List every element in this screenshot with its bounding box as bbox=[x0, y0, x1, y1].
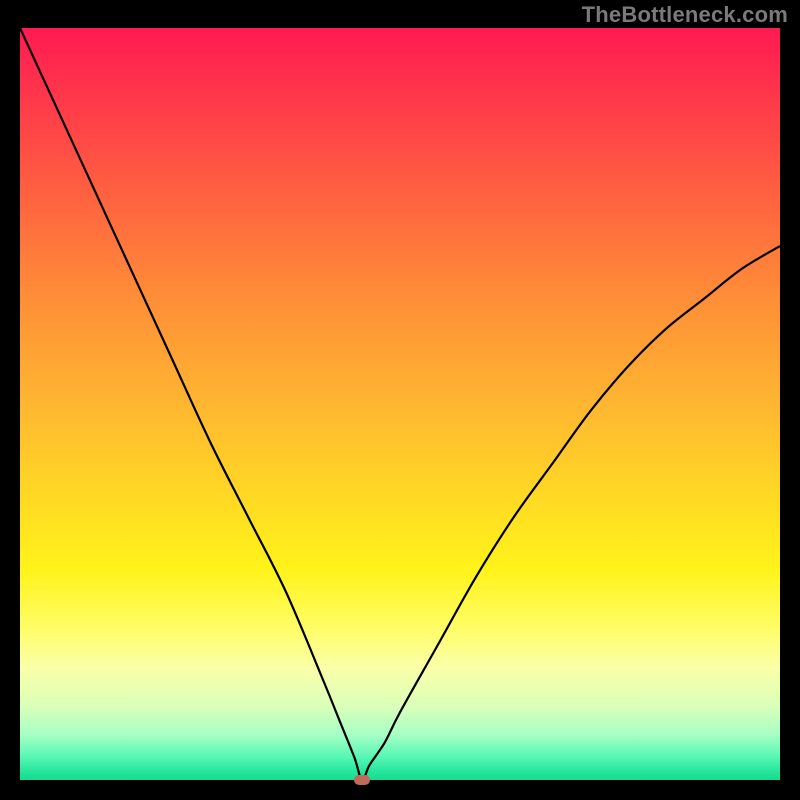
curve-path bbox=[20, 28, 780, 780]
watermark-text: TheBottleneck.com bbox=[582, 2, 788, 28]
chart-frame: TheBottleneck.com bbox=[0, 0, 800, 800]
minimum-marker bbox=[354, 775, 370, 785]
plot-area bbox=[20, 28, 780, 780]
bottleneck-curve bbox=[20, 28, 780, 780]
